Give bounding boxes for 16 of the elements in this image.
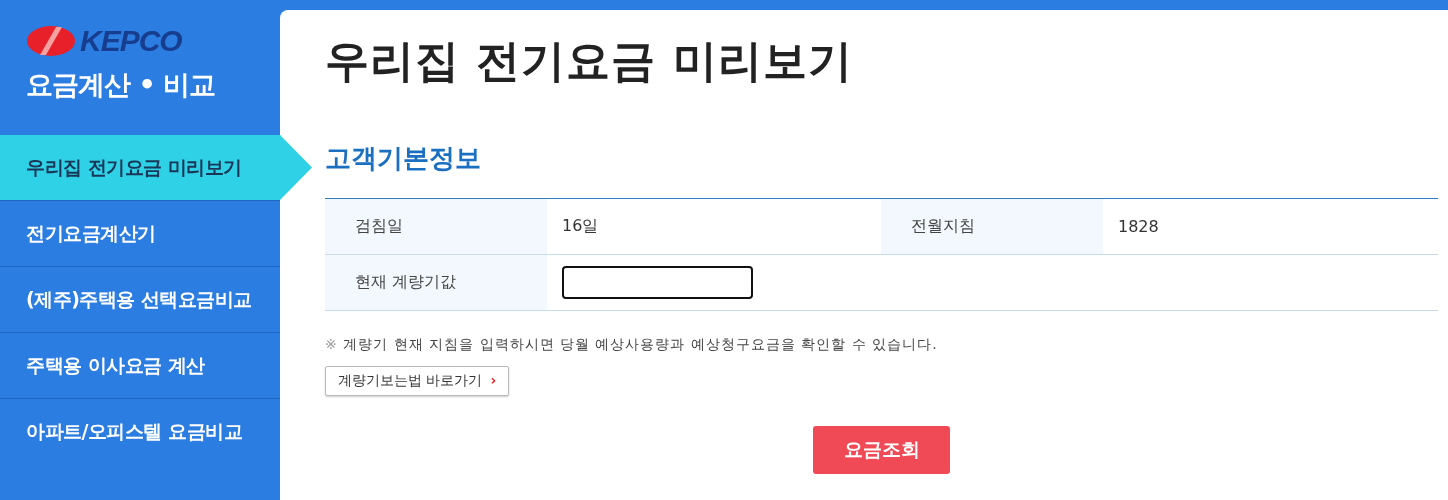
submit-button[interactable]: 요금조회 [813,426,950,474]
meter-input-field[interactable] [562,266,753,299]
logo-icon [26,25,76,57]
note-mark: ※ [325,336,338,352]
sidebar-item[interactable]: 우리집 전기요금 미리보기 [0,135,312,200]
field-value: 1828 [1117,216,1160,238]
page-title: 우리집 전기요금 미리보기 [325,34,854,88]
brand-name: KEPCO [80,25,182,57]
field-label: 현재 계량기값 [325,255,547,310]
guide-link-button[interactable]: 계량기보는법 바로가기 › [325,366,510,396]
field-label: 검침일 [325,199,547,254]
section-title: 고객기본정보 [325,142,482,175]
note-text: 계량기 현재 지침을 입력하시면 당월 예상사용량과 예상청구요금을 확인할 수 있습니다. [343,336,938,352]
sidebar-title: 요금계산 • 비교 [26,68,217,102]
field-label: 전월지침 [881,199,1103,254]
field-value: 16일 [561,215,600,237]
